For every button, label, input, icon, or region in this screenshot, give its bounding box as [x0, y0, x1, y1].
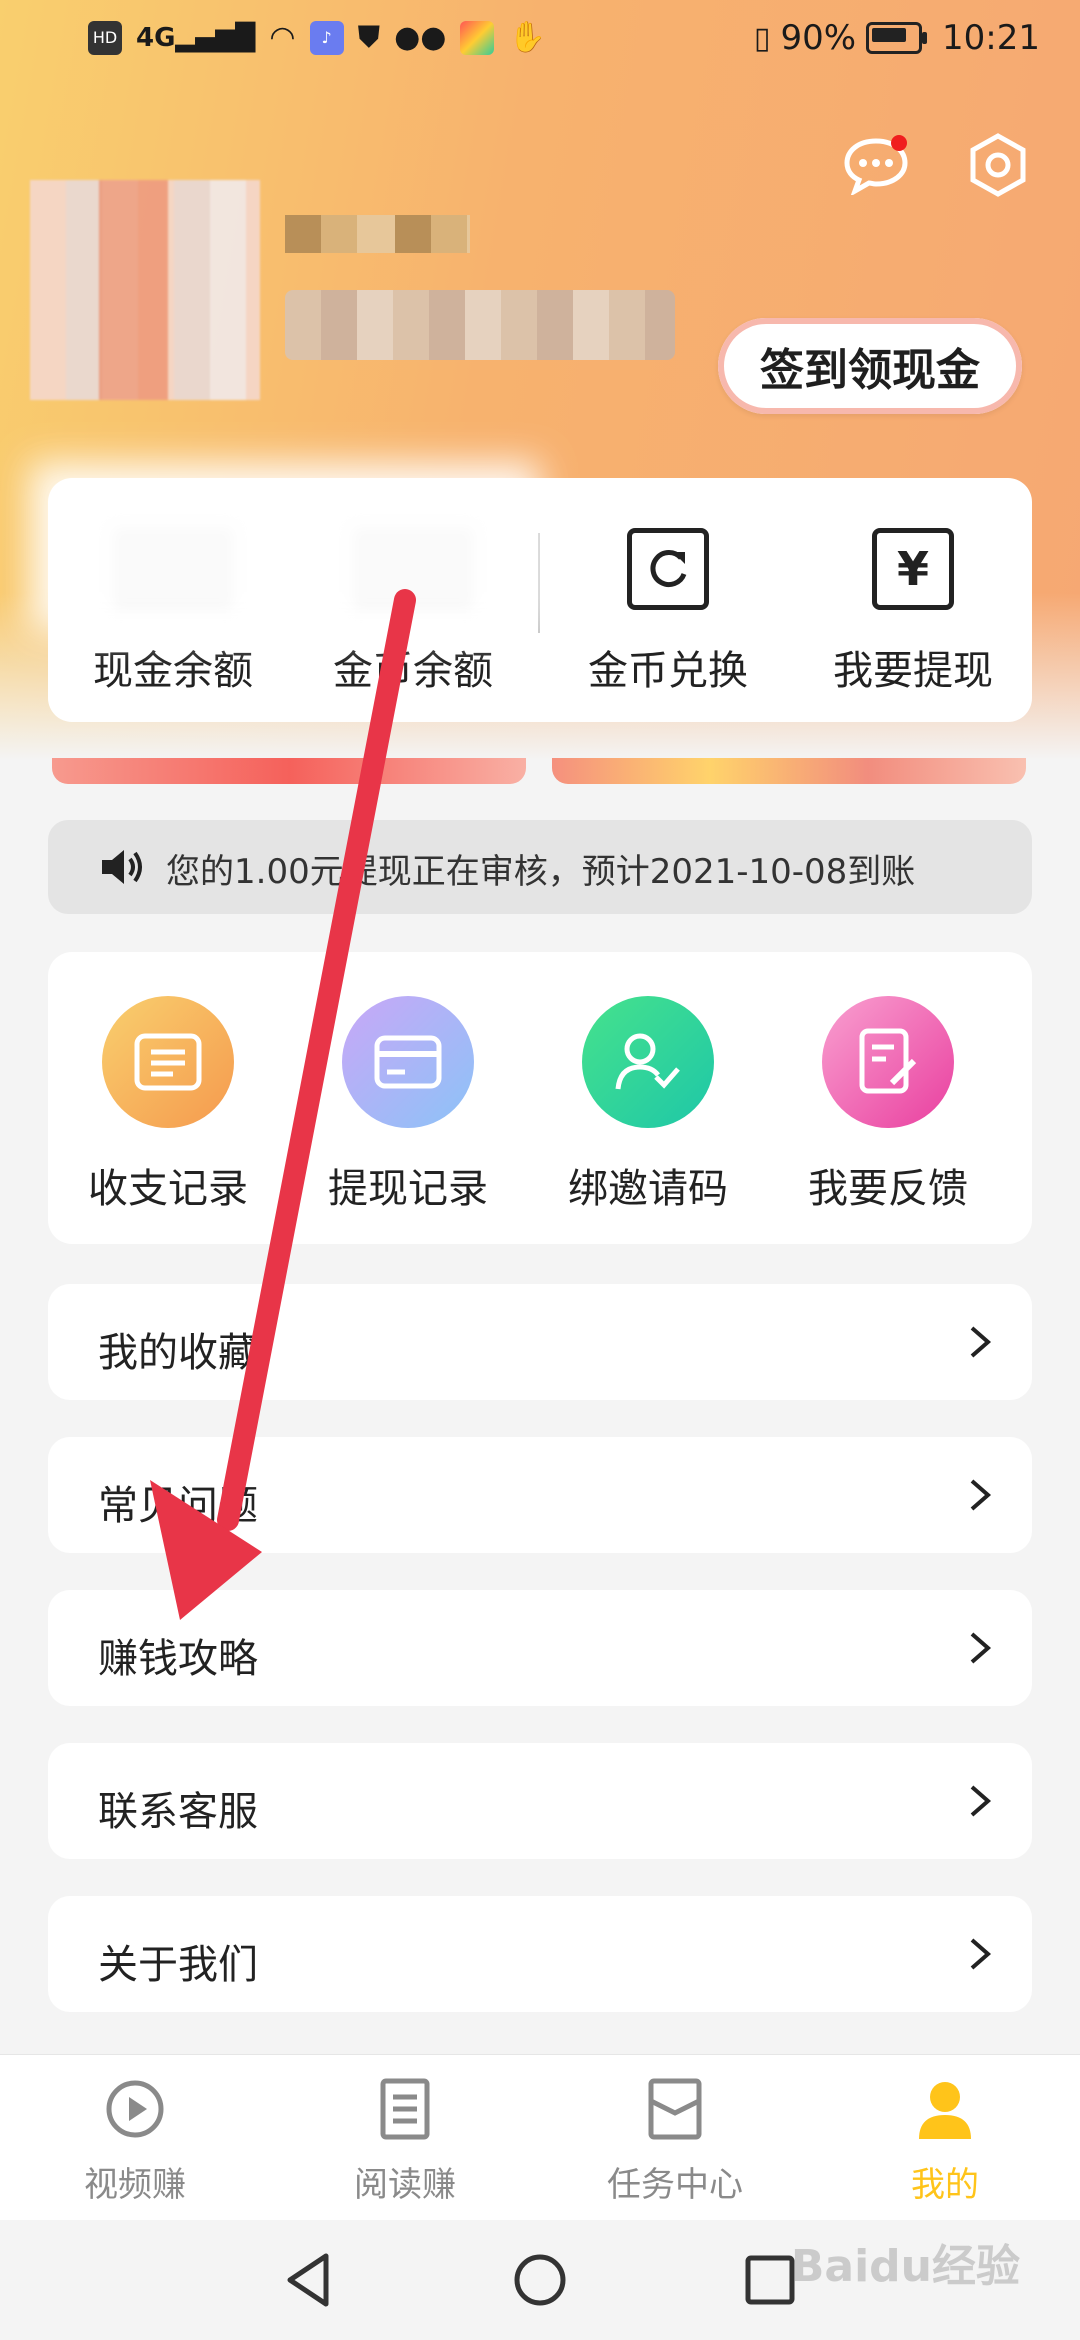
menu-item-label: 关于我们: [98, 1942, 258, 1988]
privacy-blur: [30, 462, 540, 632]
income-records-button[interactable]: 收支记录: [48, 996, 288, 1226]
task-icon: [648, 2078, 702, 2140]
recent-apps-icon[interactable]: [744, 2254, 796, 2306]
gear-icon[interactable]: [965, 132, 1031, 198]
ledger-icon: [102, 996, 234, 1128]
bottom-tab-bar: 视频赚 阅读赚 任务中心 我的: [0, 2054, 1080, 2221]
battery-percent: 90%: [780, 18, 857, 58]
tab-label: 视频赚: [84, 2165, 186, 2205]
withdraw-button[interactable]: ¥ 我要提现: [793, 478, 1033, 722]
coin-exchange-button[interactable]: 金币兑换: [548, 478, 788, 722]
hand-icon: ✋: [508, 20, 546, 55]
document-icon: [380, 2078, 430, 2140]
signin-cash-button[interactable]: 签到领现金: [718, 318, 1022, 414]
wechat-icon: ●●: [394, 20, 447, 55]
clock: 10:21: [942, 18, 1040, 58]
withdraw-records-button[interactable]: 提现记录: [288, 996, 528, 1226]
income-records-label: 收支记录: [88, 1166, 248, 1212]
status-right: ▯ 90% 10:21: [754, 18, 1040, 58]
chevron-right-icon: [970, 1479, 992, 1511]
tab-label: 任务中心: [607, 2165, 743, 2205]
menu-item-faq[interactable]: 常见问题: [48, 1437, 1032, 1553]
username-obscured: [285, 215, 470, 253]
menu-item-label: 联系客服: [98, 1789, 258, 1835]
cash-balance-label: 现金余额: [93, 648, 253, 694]
yen-icon: ¥: [872, 528, 954, 610]
menu-item-label: 我的收藏: [98, 1330, 258, 1376]
notice-bar[interactable]: 您的1.00元提现正在审核，预计2021-10-08到账: [48, 820, 1032, 914]
menu-item-label: 常见问题: [98, 1483, 258, 1529]
hd-icon: HD: [88, 20, 122, 55]
user-id-obscured: [285, 290, 675, 360]
battery-icon: [866, 22, 928, 54]
chevron-right-icon: [970, 1326, 992, 1358]
bind-invite-code-button[interactable]: 绑邀请码: [528, 996, 768, 1226]
feedback-icon: [822, 996, 954, 1128]
chevron-right-icon: [970, 1938, 992, 1970]
promo-banner-left[interactable]: [52, 758, 526, 784]
menu-item-about-us[interactable]: 关于我们: [48, 1896, 1032, 2012]
baidu-watermark: Baidu经验: [790, 2241, 1020, 2292]
play-icon: [106, 2080, 164, 2138]
coin-balance-label: 金币余额: [333, 648, 493, 694]
music-app-icon: ♪: [309, 20, 344, 55]
feedback-label: 我要反馈: [808, 1166, 968, 1212]
status-bar: HD 4G▂▄▆█ ◠ ♪ ⛊ ●● ✋ ▯ 90% 10:21: [0, 0, 1080, 80]
refresh-icon: [627, 528, 709, 610]
signal-icon: 4G▂▄▆█: [136, 22, 256, 53]
chevron-right-icon: [970, 1632, 992, 1664]
menu-item-label: 赚钱攻略: [98, 1636, 258, 1682]
status-icons: HD 4G▂▄▆█ ◠ ♪ ⛊ ●● ✋: [88, 20, 546, 55]
person-icon: [919, 2082, 971, 2139]
vibrate-icon: ▯: [753, 20, 771, 56]
app-icon: [460, 20, 495, 55]
user-check-icon: [582, 996, 714, 1128]
feedback-button[interactable]: 我要反馈: [768, 996, 1008, 1226]
chevron-right-icon: [970, 1785, 992, 1817]
tab-video-earn[interactable]: 视频赚: [0, 2077, 270, 2207]
notice-text: 您的1.00元提现正在审核，预计2021-10-08到账: [166, 852, 916, 892]
back-icon[interactable]: [284, 2252, 332, 2308]
quick-actions: 收支记录 提现记录 绑邀请码 我要反馈: [48, 952, 1032, 1244]
menu-item-earning-guide[interactable]: 赚钱攻略: [48, 1590, 1032, 1706]
menu-item-customer-service[interactable]: 联系客服: [48, 1743, 1032, 1859]
tab-label: 我的: [911, 2165, 979, 2205]
home-icon[interactable]: [512, 2252, 568, 2308]
tab-label: 阅读赚: [354, 2165, 456, 2205]
withdraw-records-label: 提现记录: [328, 1166, 488, 1212]
promo-banner-right[interactable]: [552, 758, 1026, 784]
tab-read-earn[interactable]: 阅读赚: [270, 2077, 540, 2207]
avatar[interactable]: [30, 180, 260, 400]
tab-mine[interactable]: 我的: [810, 2077, 1080, 2207]
chat-bubble-icon[interactable]: [843, 135, 909, 195]
withdraw-label: 我要提现: [833, 648, 993, 694]
card-icon: [342, 996, 474, 1128]
shield-icon: ⛊: [357, 20, 381, 55]
coin-exchange-label: 金币兑换: [588, 648, 748, 694]
menu-item-favorites[interactable]: 我的收藏: [48, 1284, 1032, 1400]
speaker-icon: [102, 850, 142, 884]
wifi-icon: ◠: [269, 20, 296, 55]
bind-invite-code-label: 绑邀请码: [568, 1166, 728, 1212]
tab-task-center[interactable]: 任务中心: [540, 2077, 810, 2207]
